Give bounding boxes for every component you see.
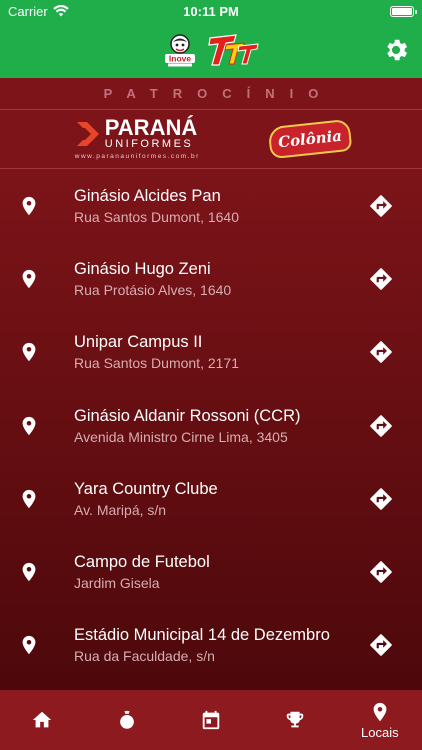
tab-calendar[interactable] (169, 690, 253, 750)
locations-list: Ginásio Alcides Pan Rua Santos Dumont, 1… (0, 168, 422, 690)
location-address: Rua da Faculdade, s/n (74, 648, 215, 665)
directions-icon[interactable] (368, 193, 394, 219)
location-name: Ginásio Aldanir Rossoni (CCR) (74, 406, 301, 425)
location-address: Rua Protásio Alves, 1640 (74, 281, 232, 298)
location-pin-icon (22, 343, 36, 362)
location-address: Rua Santos Dumont, 2171 (74, 355, 239, 372)
ball-icon (119, 710, 134, 729)
svg-text:Inove: Inove (169, 54, 191, 64)
location-pin-icon (22, 562, 36, 582)
directions-icon[interactable] (368, 339, 394, 365)
location-address: Rua Santos Dumont, 1640 (74, 208, 239, 225)
list-item[interactable]: Ginásio Aldanir Rossoni (CCR) Avenida Mi… (0, 389, 422, 462)
ttt-logo (208, 34, 259, 66)
inove-logo: Inove (165, 34, 195, 67)
tab-games[interactable] (84, 690, 168, 750)
location-name: Estádio Municipal 14 de Dezembro (74, 626, 330, 645)
location-address: Av. Maripá, s/n (74, 501, 167, 518)
location-pin-icon (22, 269, 36, 289)
parana-sub: UNIFORMES (104, 138, 194, 150)
location-name: Yara Country Clube (74, 479, 218, 498)
location-name: Campo de Futebol (74, 553, 210, 572)
sponsor-section: PATROCÍNIO PARANÁ UNIFORMES www.paranaun… (0, 78, 422, 168)
list-item[interactable]: Ginásio Hugo Zeni Rua Protásio Alves, 16… (0, 242, 422, 315)
location-name: Unipar Campus II (74, 333, 203, 352)
location-address: Jardim Gisela (74, 575, 160, 592)
directions-icon[interactable] (368, 486, 394, 512)
tab-trophy[interactable] (253, 690, 337, 750)
location-pin-icon (22, 489, 36, 508)
app-header: Inove (0, 22, 422, 78)
header-logos: Inove (162, 32, 260, 68)
location-name: Ginásio Hugo Zeni (74, 259, 211, 278)
gear-icon[interactable] (382, 36, 410, 64)
list-item[interactable]: Campo de Futebol Jardim Gisela (0, 535, 422, 608)
location-pin-icon (22, 416, 36, 435)
directions-icon[interactable] (368, 632, 394, 658)
list-item[interactable]: Unipar Campus II Rua Santos Dumont, 2171 (0, 316, 422, 389)
location-address: Avenida Ministro Cirne Lima, 3405 (74, 428, 288, 445)
sponsor-title: PATROCÍNIO (0, 78, 422, 110)
list-item[interactable]: Yara Country Clube Av. Maripá, s/n (0, 462, 422, 535)
trophy-icon (287, 711, 304, 728)
status-left: Carrier (8, 4, 69, 19)
colonia-logo[interactable]: Colônia (267, 118, 353, 160)
battery-icon (390, 5, 417, 17)
directions-icon[interactable] (368, 413, 394, 439)
directions-icon[interactable] (368, 266, 394, 292)
calendar-icon (202, 710, 220, 730)
tab-home[interactable] (0, 690, 84, 750)
sponsor-logos: PARANÁ UNIFORMES www.paranauniformes.com… (0, 110, 422, 168)
tab-label-locais: Locais (361, 724, 399, 740)
carrier-label: Carrier (8, 3, 48, 19)
wifi-icon (53, 5, 69, 17)
home-icon (33, 711, 52, 728)
location-pin-icon (22, 196, 36, 215)
tab-locais[interactable]: Locais (338, 690, 422, 750)
location-pin-icon (373, 702, 387, 721)
parana-url: www.paranauniformes.com.br (74, 153, 200, 160)
parana-uniformes-logo[interactable]: PARANÁ UNIFORMES www.paranauniformes.com… (74, 115, 200, 161)
list-item[interactable]: Ginásio Alcides Pan Rua Santos Dumont, 1… (0, 169, 422, 242)
location-pin-icon (22, 636, 36, 655)
directions-icon[interactable] (368, 559, 394, 585)
location-name: Ginásio Alcides Pan (74, 186, 221, 205)
tab-bar: Locais (0, 690, 422, 750)
list-item[interactable]: Estádio Municipal 14 de Dezembro Rua da … (0, 609, 422, 682)
parana-chevron-icon (76, 122, 99, 146)
parana-name: PARANÁ (104, 115, 198, 140)
status-bar: Carrier 10:11 PM (0, 0, 422, 22)
